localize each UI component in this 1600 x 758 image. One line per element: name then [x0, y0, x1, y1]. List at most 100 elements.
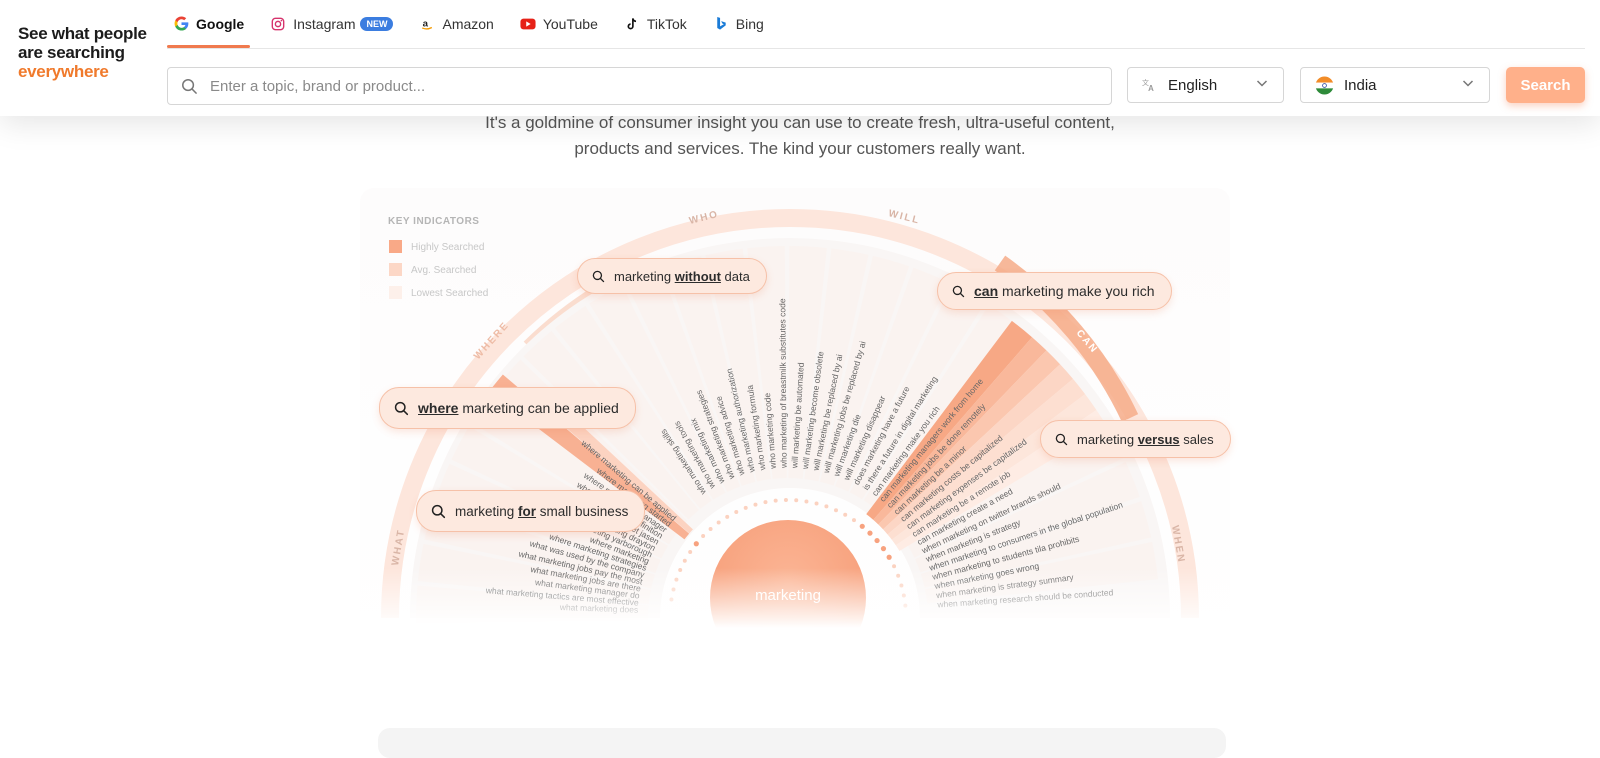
pill-marketing-for-small-business[interactable]: marketing for small business — [416, 490, 646, 532]
ring-dot — [693, 541, 699, 547]
ring-dot — [794, 498, 799, 503]
chevron-down-icon — [1255, 76, 1269, 94]
ring-dot — [743, 505, 748, 510]
logo-line-1: See what people — [18, 24, 147, 43]
pill-keyword: without — [674, 268, 721, 284]
bottom-fade — [360, 568, 1230, 628]
tab-youtube-label: YouTube — [542, 15, 598, 32]
platform-tabs: Google Instagram NEW a Amazon YouTube Ti… — [167, 0, 1585, 49]
intro-line-2: products and services. The kind your cus… — [574, 139, 1026, 158]
pill-can-marketing-make-you-rich[interactable]: can marketing make you rich — [937, 272, 1172, 310]
google-icon — [173, 16, 189, 32]
pill-prefix: marketing — [455, 503, 519, 519]
bottom-mask — [360, 628, 1230, 658]
ring-dot — [867, 530, 873, 536]
ring-dot — [886, 554, 892, 560]
legend-item-low: Lowest Searched — [411, 288, 488, 299]
pill-marketing-versus-sales[interactable]: marketing versus sales — [1040, 420, 1231, 458]
ring-dot — [814, 501, 819, 506]
ring-dot — [688, 550, 693, 555]
country-select[interactable]: India — [1300, 67, 1490, 103]
youtube-icon — [520, 16, 536, 32]
search-icon — [181, 78, 198, 95]
ring-dot — [734, 509, 739, 514]
ring-dot — [783, 498, 788, 503]
ring-dot — [833, 508, 838, 513]
pill-suffix: marketing make you rich — [998, 283, 1155, 299]
new-badge: NEW — [360, 16, 394, 31]
search-icon — [394, 401, 409, 415]
pill-keyword: can — [974, 283, 999, 299]
ring-dot — [716, 520, 721, 525]
pill-keyword: for — [518, 503, 537, 519]
pill-suffix: sales — [1179, 431, 1214, 447]
ring-dot — [773, 498, 778, 503]
svg-text:A: A — [1148, 84, 1154, 92]
tab-google[interactable]: Google — [167, 0, 251, 48]
tab-google-label: Google — [196, 15, 245, 32]
search-input[interactable] — [208, 76, 1072, 96]
tab-instagram-label: Instagram — [293, 15, 356, 32]
next-section-card — [378, 728, 1226, 758]
language-value: English — [1168, 76, 1218, 94]
tab-tiktok-label: TikTok — [646, 15, 687, 32]
top-header: See what people are searching everywhere… — [0, 0, 1600, 116]
language-select[interactable]: 文 A English — [1127, 67, 1284, 103]
logo-line-3: everywhere — [18, 62, 109, 81]
pill-suffix: data — [720, 268, 750, 284]
tab-bing-label: Bing — [735, 15, 764, 32]
legend-item-avg: Avg. Searched — [411, 265, 476, 276]
ring-dot — [843, 512, 848, 517]
ring-dot — [859, 523, 865, 529]
tab-amazon[interactable]: a Amazon — [413, 0, 499, 47]
search-icon — [592, 270, 605, 282]
chevron-down-icon — [1461, 76, 1475, 94]
legend-item-high: Highly Searched — [411, 242, 484, 253]
tab-youtube[interactable]: YouTube — [514, 0, 604, 47]
search-button[interactable]: Search — [1506, 67, 1585, 103]
search-box[interactable] — [167, 67, 1112, 105]
legend-swatch-avg — [389, 263, 402, 276]
tab-tiktok[interactable]: TikTok — [618, 0, 693, 47]
instagram-icon — [270, 16, 286, 32]
country-value: India — [1344, 76, 1377, 94]
india-flag-icon — [1315, 75, 1334, 95]
search-icon — [431, 504, 446, 518]
ring-dot — [753, 502, 758, 507]
ring-dot — [725, 514, 730, 519]
ring-dot — [880, 546, 887, 552]
translate-icon: 文 A — [1142, 78, 1156, 92]
search-icon — [952, 285, 965, 297]
legend-swatch-low — [389, 286, 402, 299]
pill-where-marketing-can-be-applied[interactable]: where marketing can be applied — [379, 387, 636, 429]
amazon-icon: a — [419, 16, 435, 32]
logo[interactable]: See what people are searching everywhere — [18, 24, 168, 81]
pill-prefix: marketing — [1077, 431, 1138, 447]
intro-text: It's a goldmine of consumer insight you … — [0, 110, 1600, 162]
legend-title: KEY INDICATORS — [388, 216, 479, 227]
search-icon — [1055, 433, 1068, 445]
phrase-top-8[interactable]: who marketing of breastmilk substitutes … — [777, 298, 788, 469]
legend-swatch-high — [389, 240, 402, 253]
logo-line-2: are searching — [18, 43, 125, 62]
tab-instagram[interactable]: Instagram NEW — [264, 0, 399, 47]
ring-dot — [763, 500, 768, 505]
ring-dot — [851, 518, 856, 523]
tab-bing[interactable]: Bing — [707, 0, 770, 47]
tab-amazon-label: Amazon — [442, 15, 494, 32]
tiktok-icon — [624, 16, 640, 32]
ring-dot — [708, 526, 713, 531]
ring-dot — [682, 558, 687, 563]
pill-prefix: marketing — [614, 268, 675, 284]
ring-dot — [874, 537, 880, 544]
ring-dot — [892, 564, 897, 569]
pill-keyword: versus — [1137, 431, 1180, 447]
ring-dot — [701, 534, 706, 539]
ring-dot — [804, 499, 809, 504]
pill-marketing-without-data[interactable]: marketing without data — [577, 258, 767, 294]
pill-keyword: where — [418, 400, 459, 416]
pill-suffix: small business — [536, 503, 629, 519]
ring-dot — [824, 504, 829, 509]
bing-icon — [713, 16, 729, 32]
pill-suffix: marketing can be applied — [458, 400, 619, 416]
